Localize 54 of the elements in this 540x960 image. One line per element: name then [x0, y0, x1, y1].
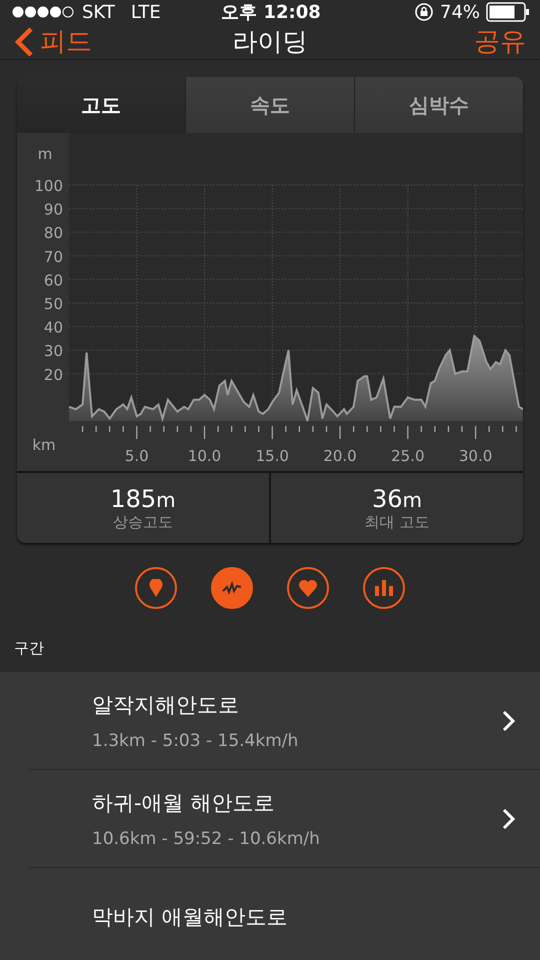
- x-axis-label: 10.0: [188, 447, 222, 465]
- x-axis-label: 15.0: [256, 447, 289, 465]
- y-axis-unit: m: [38, 145, 52, 163]
- x-axis-unit: km: [32, 436, 56, 454]
- y-axis-label: 60: [44, 271, 63, 290]
- y-axis-label: 50: [44, 295, 63, 313]
- y-axis-label: 90: [44, 200, 63, 219]
- view-toggle-button[interactable]: [211, 567, 253, 609]
- segment-name: 막바지 애월해안도로: [92, 904, 289, 930]
- share-button[interactable]: 공유: [474, 24, 526, 59]
- segment-row[interactable]: 막바지 애월해안도로: [28, 868, 540, 960]
- stat-label: 최대 고도: [364, 512, 430, 532]
- segment-row[interactable]: 알작지해안도로 1.3km - 5:03 - 15.4km/h: [28, 672, 540, 770]
- chart-tab[interactable]: 심박수: [355, 77, 523, 133]
- view-toggle-button[interactable]: [363, 567, 405, 609]
- y-axis-label: 100: [34, 177, 63, 195]
- chevron-icon: [502, 808, 516, 830]
- x-axis-label: 30.0: [458, 447, 492, 465]
- stat-value: 36m: [372, 484, 422, 512]
- battery-icon: [486, 2, 530, 22]
- bar-chart-icon: [375, 580, 393, 596]
- heart-icon: [298, 579, 318, 597]
- x-axis-label: 20.0: [323, 447, 357, 465]
- back-chevron-icon: [14, 26, 34, 58]
- view-toggle-button[interactable]: [135, 567, 177, 609]
- section-title: 구간: [14, 639, 44, 657]
- segment-name: 하귀-애월 해안도로: [92, 790, 276, 816]
- battery-percent: 74%: [440, 2, 480, 22]
- x-axis-label: 25.0: [391, 447, 424, 465]
- chevron-icon: [502, 710, 516, 732]
- y-axis-label: 40: [44, 318, 63, 337]
- y-axis-label: 20: [44, 366, 63, 384]
- segment-detail: 1.3km - 5:03 - 15.4km/h: [92, 730, 300, 750]
- waveform-icon: [222, 581, 242, 595]
- view-toggle-button[interactable]: [287, 567, 329, 609]
- carrier-name: SKT: [82, 2, 115, 22]
- screen-title: 라이딩: [232, 26, 308, 58]
- clock-time: 오후 12:08: [221, 1, 321, 24]
- chart-tab[interactable]: 고도: [17, 77, 186, 133]
- y-axis-label: 30: [44, 342, 63, 360]
- stat-label: 상승고도: [113, 512, 173, 532]
- network-type: LTE: [130, 2, 161, 22]
- signal-icon: [12, 6, 74, 18]
- rotation-lock-icon: [414, 2, 434, 22]
- x-axis-label: 5.0: [124, 447, 149, 465]
- segment-detail: 10.6km - 59:52 - 10.6km/h: [92, 828, 321, 848]
- y-axis-label: 80: [44, 224, 63, 242]
- segment-name: 알작지해안도로: [92, 692, 240, 718]
- stat-value: 185m: [110, 484, 176, 512]
- map-pin-icon: [149, 579, 163, 597]
- back-button[interactable]: 피드: [14, 24, 92, 59]
- y-axis-label: 70: [44, 248, 63, 266]
- chart-tab[interactable]: 속도: [186, 77, 355, 133]
- segment-row[interactable]: 하귀-애월 해안도로 10.6km - 59:52 - 10.6km/h: [28, 770, 540, 868]
